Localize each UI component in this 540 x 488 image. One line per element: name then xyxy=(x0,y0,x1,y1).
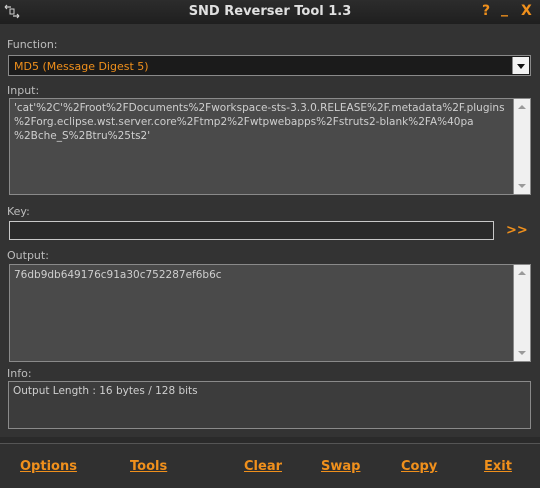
output-textarea[interactable]: 76db9db649176c91a30c752287ef6b6c xyxy=(9,264,531,362)
close-button[interactable]: X xyxy=(521,3,532,19)
process-button[interactable]: >> xyxy=(506,223,528,238)
scroll-down-icon[interactable] xyxy=(518,351,526,355)
output-scrollbar[interactable] xyxy=(513,265,530,361)
function-label: Function: xyxy=(7,38,58,51)
input-scrollbar[interactable] xyxy=(513,99,530,194)
scroll-up-icon[interactable] xyxy=(518,271,526,275)
input-text: 'cat'%2C'%2Froot%2FDocuments%2Fworkspace… xyxy=(14,102,505,142)
function-selected-value: MD5 (Message Digest 5) xyxy=(14,60,149,73)
tools-button[interactable]: Tools xyxy=(130,459,167,474)
bottom-toolbar: Options Tools Clear Swap Copy Exit xyxy=(0,443,540,488)
scroll-down-icon[interactable] xyxy=(518,184,526,188)
help-button[interactable]: ? xyxy=(482,3,490,19)
minimize-button[interactable]: _ xyxy=(501,1,508,17)
title-bar: SND Reverser Tool 1.3 ? _ X xyxy=(0,0,540,24)
clear-button[interactable]: Clear xyxy=(244,459,282,474)
input-label: Input: xyxy=(7,84,40,97)
info-text: Output Length : 16 bytes / 128 bits xyxy=(13,385,198,397)
key-label: Key: xyxy=(7,205,30,218)
window-title: SND Reverser Tool 1.3 xyxy=(188,4,352,19)
key-input[interactable] xyxy=(9,221,494,240)
swap-button[interactable]: Swap xyxy=(321,459,360,474)
function-select[interactable]: MD5 (Message Digest 5) xyxy=(8,55,531,76)
copy-button[interactable]: Copy xyxy=(401,459,437,474)
chevron-down-icon[interactable] xyxy=(512,57,529,74)
exit-button[interactable]: Exit xyxy=(484,459,512,474)
options-button[interactable]: Options xyxy=(20,459,77,474)
output-text: 76db9db649176c91a30c752287ef6b6c xyxy=(14,269,222,281)
output-label: Output: xyxy=(7,249,49,262)
info-label: Info: xyxy=(7,367,32,380)
input-textarea[interactable]: 'cat'%2C'%2Froot%2FDocuments%2Fworkspace… xyxy=(9,98,531,195)
scroll-up-icon[interactable] xyxy=(518,105,526,109)
info-box: Output Length : 16 bytes / 128 bits xyxy=(8,381,531,429)
